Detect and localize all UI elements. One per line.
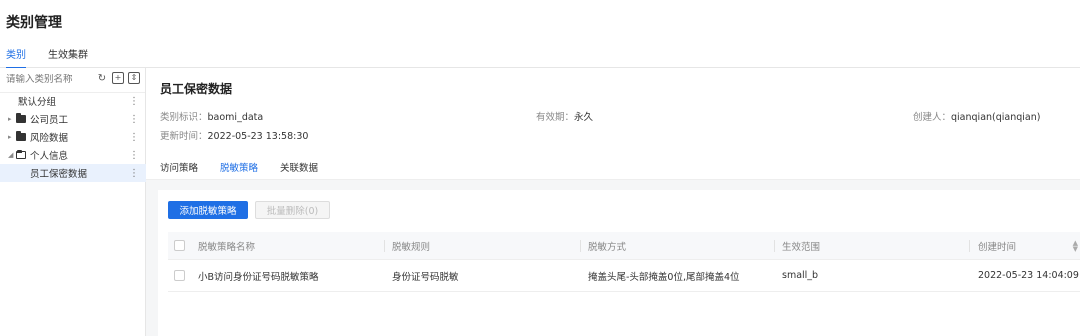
header-policy-name: 脱敏策略名称 <box>198 241 256 253</box>
detail-title: 员工保密数据 <box>160 82 233 96</box>
tree-item-label: 默认分组 <box>18 97 57 108</box>
meta-category-id: 类别标识：baomi_data <box>160 109 263 123</box>
column-separator <box>384 240 385 252</box>
detail-tabs: 访问策略 脱敏策略 关联数据 <box>146 155 1080 182</box>
meta-value: 2022-05-23 13:58:30 <box>207 131 309 142</box>
top-tabs: 类别 生效集群 <box>0 40 1080 69</box>
meta-creator: 创建人：qianqian(qianqian) <box>913 109 1040 123</box>
meta-value: qianqian(qianqian) <box>951 112 1041 123</box>
tab-access-policy[interactable]: 访问策略 <box>160 160 198 174</box>
cell-masking-method: 掩盖头尾-头部掩盖0位,尾部掩盖4位 <box>588 271 740 283</box>
more-icon[interactable]: ⋮ <box>129 150 139 161</box>
meta-key: 类别标识： <box>160 112 208 123</box>
folder-icon <box>16 113 26 123</box>
tab-category[interactable]: 类别 <box>6 46 26 69</box>
tree-item-label: 风险数据 <box>30 133 69 144</box>
tree-item-label: 公司员工 <box>30 115 69 126</box>
meta-validity: 有效期：永久 <box>536 109 593 123</box>
column-separator <box>774 240 775 252</box>
sort-icon[interactable]: ▲ ▼ <box>1073 240 1078 253</box>
add-masking-policy-button[interactable]: 添加脱敏策略 <box>168 201 248 219</box>
row-checkbox[interactable] <box>174 270 185 281</box>
page-title: 类别管理 <box>6 15 62 31</box>
tree-item-label: 员工保密数据 <box>30 169 88 180</box>
add-icon[interactable]: + <box>112 72 124 84</box>
refresh-icon[interactable]: ↻ <box>96 72 108 84</box>
more-icon[interactable]: ⋮ <box>129 132 139 143</box>
caret-right-icon[interactable]: ▸ <box>8 133 16 141</box>
table-header: 脱敏策略名称 脱敏规则 脱敏方式 生效范围 创建时间 ▲ ▼ <box>168 232 1080 260</box>
header-effective-scope: 生效范围 <box>782 241 821 253</box>
select-all-checkbox[interactable] <box>174 240 185 251</box>
tree-item-risk-data[interactable]: ▸ 风险数据 ⋮ <box>0 128 146 146</box>
tree-item-personal-info[interactable]: ◢ 个人信息 ⋮ <box>0 146 146 164</box>
tab-masking-policy[interactable]: 脱敏策略 <box>220 160 259 182</box>
tab-related-data[interactable]: 关联数据 <box>280 160 318 174</box>
batch-delete-button: 批量删除(0) <box>255 201 330 219</box>
cell-policy-name: 小B访问身份证号码脱敏策略 <box>198 271 319 283</box>
meta-value: 永久 <box>574 112 594 123</box>
more-icon[interactable]: ⋮ <box>129 168 139 179</box>
meta-key: 更新时间： <box>160 131 208 142</box>
folder-icon <box>16 131 26 141</box>
cell-effective-scope: small_b <box>782 270 819 281</box>
sidebar-tools: ↻ + ⇕ <box>96 72 140 84</box>
meta-updated-time: 更新时间：2022-05-23 13:58:30 <box>160 128 308 142</box>
header-created-time: 创建时间 <box>978 241 1017 253</box>
table-row[interactable]: 小B访问身份证号码脱敏策略 身份证号码脱敏 掩盖头尾-头部掩盖0位,尾部掩盖4位… <box>168 260 1080 292</box>
caret-down-icon[interactable]: ◢ <box>8 151 16 159</box>
collapse-icon[interactable]: ⇕ <box>128 72 140 84</box>
meta-key: 有效期： <box>536 112 575 123</box>
tree-item-company-staff[interactable]: ▸ 公司员工 ⋮ <box>0 110 146 128</box>
meta-value: baomi_data <box>207 112 264 123</box>
header-masking-rule: 脱敏规则 <box>392 241 431 253</box>
tree-item-label: 个人信息 <box>30 151 69 162</box>
header-masking-method: 脱敏方式 <box>588 241 627 253</box>
tree-item-default-group[interactable]: 默认分组 ⋮ <box>0 92 146 110</box>
category-search-input[interactable] <box>6 74 94 85</box>
more-icon[interactable]: ⋮ <box>129 114 139 125</box>
folder-open-icon <box>16 150 26 159</box>
more-icon[interactable]: ⋮ <box>129 96 139 107</box>
tree-item-employee-confidential[interactable]: 员工保密数据 ⋮ <box>0 164 146 182</box>
cell-masking-rule: 身份证号码脱敏 <box>392 271 459 283</box>
column-separator <box>580 240 581 252</box>
column-separator <box>969 240 970 252</box>
tab-effective-cluster[interactable]: 生效集群 <box>48 46 88 61</box>
sidebar: ↻ + ⇕ 默认分组 ⋮ ▸ 公司员工 ⋮ ▸ 风险数据 ⋮ ◢ 个人信息 ⋮ … <box>0 68 146 336</box>
meta-key: 创建人： <box>913 112 952 123</box>
caret-right-icon[interactable]: ▸ <box>8 115 16 123</box>
cell-created-time: 2022-05-23 14:04:09 <box>978 270 1079 281</box>
